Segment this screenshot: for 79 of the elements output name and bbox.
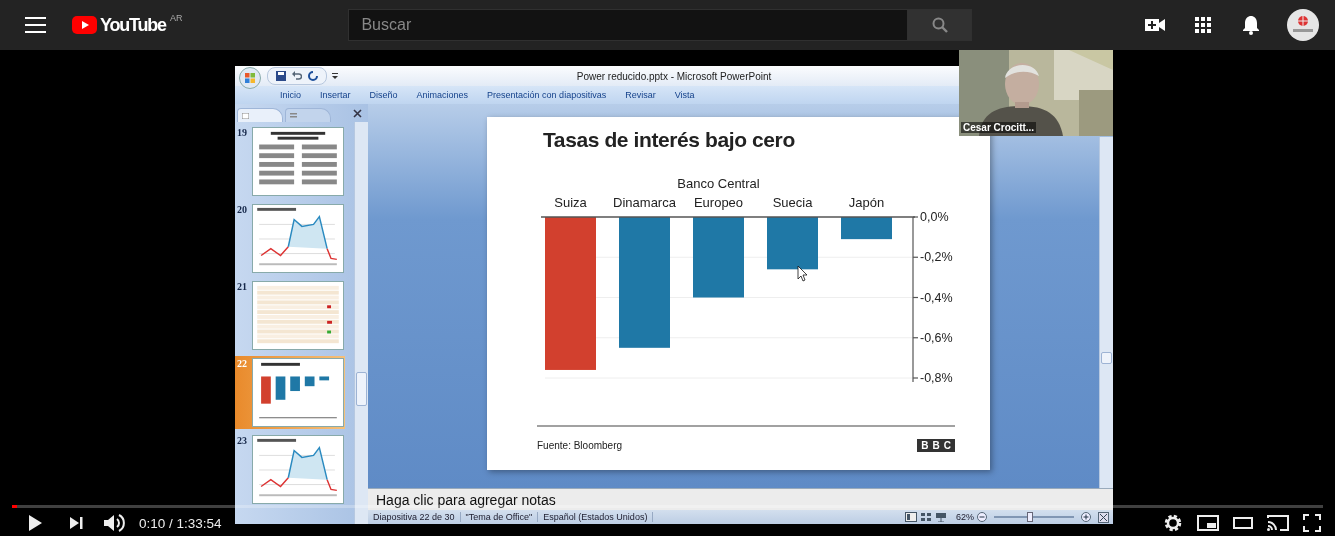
- slide-thumbnail[interactable]: [252, 435, 344, 504]
- notes-field[interactable]: Haga clic para agregar notas: [368, 488, 1113, 510]
- scrollbar[interactable]: [1099, 137, 1113, 488]
- settings-icon[interactable]: [1163, 513, 1183, 533]
- youtube-logo-icon[interactable]: [72, 16, 97, 34]
- normal-view-icon[interactable]: [905, 512, 917, 522]
- theater-mode-icon[interactable]: [1233, 516, 1253, 530]
- play-logo-icon: [72, 16, 97, 34]
- category-label: Japón: [848, 195, 885, 210]
- category-label: Suecia: [772, 195, 813, 210]
- slide-thumbnail-row[interactable]: 23: [235, 433, 345, 506]
- slide-icon: [242, 112, 249, 119]
- channel-avatar[interactable]: [1287, 9, 1319, 41]
- tick-label: -0,8%: [920, 371, 953, 385]
- outline-icon: [290, 112, 297, 119]
- ribbon-tab[interactable]: Insertar: [320, 90, 351, 100]
- zoom-in-icon[interactable]: [1081, 512, 1091, 522]
- redo-icon[interactable]: [308, 71, 318, 81]
- bar: [841, 217, 892, 240]
- category-label: Dinamarca: [613, 195, 676, 210]
- ribbon-tab[interactable]: Presentación con diapositivas: [487, 90, 607, 100]
- slide-number: 21: [237, 281, 248, 292]
- category-label: Suiza: [554, 195, 587, 210]
- participant-name: Cesar Crocitt...: [961, 122, 1037, 133]
- bbc-logo: BBC: [917, 439, 955, 452]
- search-icon: [931, 17, 948, 33]
- slide-title: Tasas de interés bajo cero: [543, 128, 795, 153]
- region-code: AR: [169, 13, 183, 23]
- slide-thumbnail[interactable]: [252, 204, 344, 273]
- slide-thumbnail[interactable]: [252, 281, 344, 350]
- slide-number: 20: [237, 204, 248, 215]
- search-button[interactable]: [908, 9, 973, 41]
- miniplayer-icon[interactable]: [1197, 514, 1219, 532]
- slide-thumbnail-row[interactable]: 20: [235, 202, 345, 275]
- office-button[interactable]: [239, 67, 261, 89]
- slide-thumbnail[interactable]: [252, 127, 344, 196]
- sorter-view-icon[interactable]: [920, 512, 932, 522]
- search-field[interactable]: Buscar: [348, 9, 909, 41]
- tick-label: -0,4%: [920, 290, 953, 305]
- ribbon-tab[interactable]: Inicio: [280, 90, 301, 100]
- slide-number: 22: [237, 358, 248, 369]
- mouse-cursor-icon: [797, 265, 808, 282]
- language-name: Español (Estados Unidos): [538, 512, 654, 522]
- volume-icon[interactable]: [103, 513, 125, 533]
- ribbon-tab[interactable]: Vista: [674, 90, 695, 100]
- ribbon-tab[interactable]: Revisar: [625, 90, 656, 100]
- slide-number: 23: [237, 435, 248, 446]
- slide-number: 19: [237, 127, 248, 138]
- undo-icon[interactable]: [292, 71, 302, 81]
- logo-text[interactable]: YouTube: [100, 14, 166, 36]
- close-icon[interactable]: [353, 108, 362, 118]
- ribbon-tab[interactable]: Diseño: [369, 90, 398, 100]
- zoom-out-icon[interactable]: [977, 512, 987, 522]
- fullscreen-icon[interactable]: [1303, 514, 1321, 532]
- cast-icon[interactable]: [1267, 514, 1289, 532]
- next-icon[interactable]: [69, 516, 83, 530]
- category-label: Banco Central Europeo: [677, 176, 760, 210]
- slide-thumbnail[interactable]: [252, 358, 344, 427]
- theme-name: "Tema de Office": [460, 512, 539, 522]
- window-title: Power reducido.pptx - Microsoft PowerPoint: [576, 70, 772, 82]
- tick-label: 0,0%: [920, 210, 949, 224]
- scrollbar[interactable]: [354, 122, 368, 524]
- dropdown-icon[interactable]: [331, 72, 339, 80]
- time-display: 0:10 / 1:33:54: [139, 515, 222, 531]
- slide-thumbnail-row[interactable]: 21: [235, 279, 345, 352]
- slideshow-view-icon[interactable]: [935, 512, 947, 522]
- ribbon-tab[interactable]: Animaciones: [416, 90, 469, 100]
- slide-counter: Diapositiva 22 de 30: [368, 512, 461, 522]
- tick-label: -0,6%: [920, 330, 953, 345]
- source-note: Fuente: Bloomberg: [537, 440, 623, 451]
- play-icon[interactable]: [27, 514, 43, 532]
- save-icon[interactable]: [276, 71, 286, 81]
- slide-thumbnail-row[interactable]: 19: [235, 125, 345, 198]
- zoom-slider-thumb[interactable]: [1027, 512, 1033, 522]
- bar: [767, 217, 818, 270]
- tick-label: -0,2%: [920, 250, 953, 265]
- fit-window-icon[interactable]: [1098, 511, 1109, 523]
- menu-icon[interactable]: [25, 17, 46, 33]
- zoom-level[interactable]: 62%: [956, 512, 974, 522]
